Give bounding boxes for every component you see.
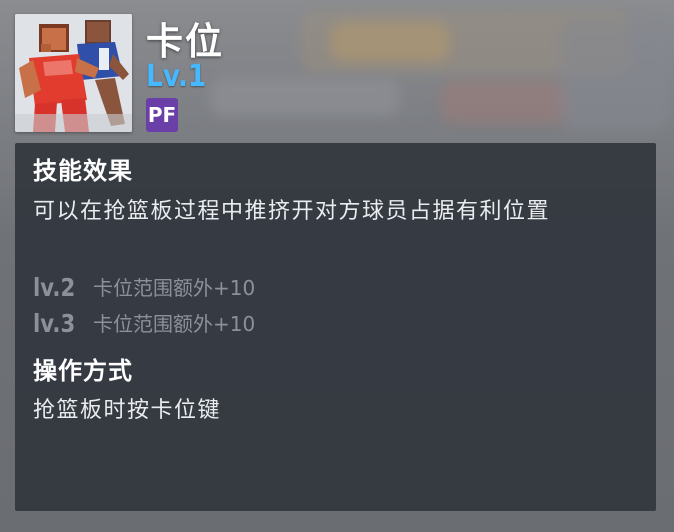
- upgrade-level-tag: lv.2: [33, 273, 76, 302]
- upgrade-description: 卡位范围额外+10: [93, 276, 256, 300]
- background-button: [210, 78, 400, 116]
- operation-section-title: 操作方式: [33, 357, 133, 385]
- effect-section-title: 技能效果: [33, 157, 133, 185]
- upgrade-level-tag: lv.3: [33, 309, 76, 338]
- background-highlight: [330, 22, 450, 62]
- effect-description: 可以在抢篮板过程中推挤开对方球员占据有利位置: [33, 199, 551, 224]
- basketball-player-boxout-icon: [15, 14, 132, 132]
- upgrade-description: 卡位范围额外+10: [93, 312, 256, 336]
- skill-name: 卡位: [146, 20, 224, 63]
- background-badge: [440, 80, 570, 124]
- background-card: [560, 20, 670, 130]
- operation-description: 抢篮板时按卡位键: [33, 398, 222, 423]
- skill-tooltip-panel: 技能效果 可以在抢篮板过程中推挤开对方球员占据有利位置 lv.2 卡位范围额外+…: [15, 143, 656, 511]
- skill-level: Lv.1: [146, 59, 207, 94]
- position-badge: PF: [146, 98, 178, 132]
